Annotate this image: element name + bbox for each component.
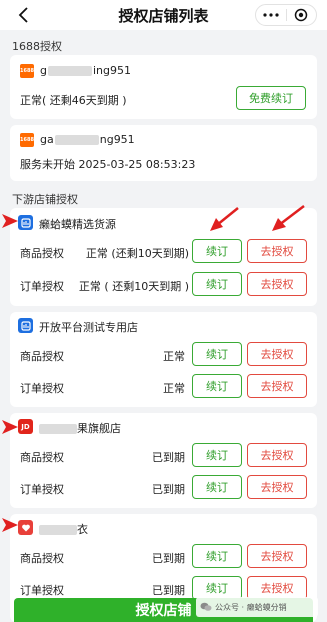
authorize-button[interactable]: 去授权 — [247, 544, 307, 568]
authorize-shop-label: 授权店铺 — [135, 603, 192, 619]
shop-card-3: JD 果旗舰店 商品授权 已到期 续订 去授权 订单授权 已到期 续订 去授权 — [10, 413, 317, 508]
goods-auth-status: 已到期 — [152, 552, 185, 565]
goods-auth-label: 商品授权 — [20, 451, 64, 464]
authorize-button[interactable]: 去授权 — [247, 475, 307, 499]
account-card-1688-1: 1688 g ing951 正常( 还剩46天到期 ) 免费续订 — [10, 55, 317, 119]
annotation-arrow-icon — [210, 207, 239, 231]
redacted-block — [54, 135, 99, 145]
redacted-block — [39, 424, 77, 434]
section-title-1688: 1688授权 — [12, 40, 62, 53]
order-auth-label: 订单授权 — [20, 483, 64, 496]
annotation-arrow-icon — [2, 518, 18, 532]
wechat-watermark: 公众号 · 癞蛤蟆分销 — [196, 597, 318, 617]
renew-button[interactable]: 续订 — [192, 443, 242, 467]
renew-button[interactable]: 续订 — [192, 475, 242, 499]
goods-auth-label: 商品授权 — [20, 350, 64, 363]
renew-button[interactable]: 续订 — [192, 544, 242, 568]
renew-button[interactable]: 续订 — [192, 239, 242, 263]
account-card-1688-2: 1688 ga ng951 服务未开始 2025-03-25 08:53:23 — [10, 125, 317, 181]
order-auth-label: 订单授权 — [20, 584, 64, 597]
annotation-arrow-icon — [2, 214, 18, 228]
store-app-icon — [18, 215, 33, 230]
wechat-icon — [200, 602, 212, 611]
order-auth-status: 正常 ( 还剩10天到期 ) — [78, 280, 189, 293]
nav-bar: 授权店铺列表 — [0, 0, 327, 30]
account-status: 服务未开始 2025-03-25 08:53:23 — [20, 158, 196, 171]
red-heart-store-icon — [18, 520, 33, 535]
authorize-button[interactable]: 去授权 — [247, 342, 307, 366]
redacted-block — [47, 66, 92, 76]
authorize-button[interactable]: 去授权 — [247, 443, 307, 467]
section-title-downstream: 下游店铺授权 — [12, 193, 78, 206]
order-auth-status: 已到期 — [152, 483, 185, 496]
account-status: 正常( 还剩46天到期 ) — [20, 94, 127, 107]
more-dots-icon[interactable] — [256, 5, 286, 25]
annotation-arrow-icon — [2, 420, 18, 434]
redacted-block — [39, 525, 77, 535]
logo-1688-icon: 1688 — [20, 133, 34, 147]
goods-auth-label: 商品授权 — [20, 247, 64, 260]
authorize-button[interactable]: 去授权 — [247, 272, 307, 296]
account-name: g ing951 — [40, 64, 131, 77]
store-app-icon — [18, 318, 33, 333]
logo-1688-icon: 1688 — [20, 64, 34, 78]
order-auth-status: 已到期 — [152, 584, 185, 597]
authorize-button[interactable]: 去授权 — [247, 239, 307, 263]
renew-button[interactable]: 续订 — [192, 342, 242, 366]
order-auth-label: 订单授权 — [20, 280, 64, 293]
account-name: ga ng951 — [40, 133, 135, 146]
shop-card-2: 开放平台测试专用店 商品授权 正常 续订 去授权 订单授权 正常 续订 去授权 — [10, 312, 317, 407]
shop-name: 癞蛤蟆精选货源 — [39, 218, 116, 231]
target-circle-icon[interactable] — [287, 5, 317, 25]
shop-name: 果旗舰店 — [39, 420, 121, 436]
order-auth-status: 正常 — [163, 382, 185, 395]
mini-program-capsule — [255, 4, 317, 26]
renew-button[interactable]: 续订 — [192, 272, 242, 296]
page-title: 授权店铺列表 — [118, 6, 209, 25]
shop-name: 开放平台测试专用店 — [39, 321, 138, 334]
goods-auth-status: 已到期 — [152, 451, 185, 464]
free-renew-button[interactable]: 免费续订 — [236, 86, 306, 110]
chevron-left-icon[interactable] — [14, 5, 34, 25]
order-auth-label: 订单授权 — [20, 382, 64, 395]
goods-auth-status: 正常 — [163, 350, 185, 363]
shop-name: 衣 — [39, 521, 88, 537]
watermark-text: 公众号 · 癞蛤蟆分销 — [215, 602, 287, 612]
authorize-button[interactable]: 去授权 — [247, 374, 307, 398]
jd-logo-icon: JD — [18, 419, 33, 434]
goods-auth-label: 商品授权 — [20, 552, 64, 565]
annotation-arrow-icon — [272, 205, 305, 231]
goods-auth-status: 正常 (还剩10天到期) — [85, 247, 189, 260]
renew-button[interactable]: 续订 — [192, 374, 242, 398]
